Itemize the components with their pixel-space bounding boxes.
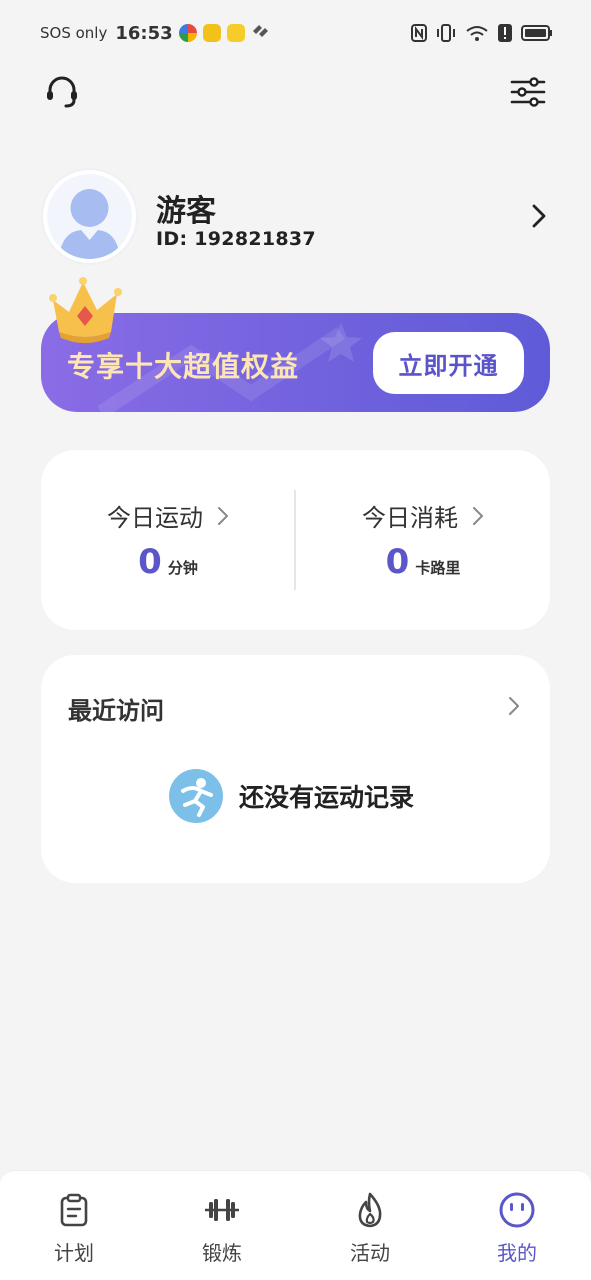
nfc-icon — [411, 24, 427, 42]
recent-visits-title: 最近访问 — [68, 697, 164, 725]
nav-tab-workout[interactable]: 锻炼 — [148, 1171, 296, 1280]
bottom-nav: 计划 锻炼 活动 我的 — [0, 1170, 591, 1280]
today-exercise-unit: 分钟 — [167, 559, 198, 577]
default-avatar-icon — [47, 174, 132, 259]
running-person-icon — [169, 769, 223, 823]
battery-icon — [521, 24, 553, 42]
wifi-icon — [465, 24, 489, 42]
profile-row[interactable]: 游客 ID: 192821837 — [41, 168, 551, 265]
today-calories-title: 今日消耗 — [362, 504, 458, 532]
status-bar: SOS only 16:53 — [0, 0, 591, 66]
app-notification-icon — [178, 24, 197, 42]
clipboard-icon — [55, 1191, 93, 1229]
today-calories[interactable]: 今日消耗 0 卡路里 — [296, 450, 550, 630]
vip-benefits-text: 专享十大超值权益 — [67, 350, 300, 383]
dumbbell-icon — [203, 1191, 241, 1229]
recent-visits-card: 最近访问 还没有运动记录 — [41, 655, 550, 883]
status-left: SOS only 16:53 — [40, 22, 271, 44]
today-exercise-value: 0 — [138, 542, 162, 582]
today-exercise-title: 今日运动 — [107, 504, 203, 532]
avatar[interactable] — [41, 168, 138, 265]
chevron-right-icon — [532, 204, 546, 228]
nav-tab-label: 计划 — [54, 1241, 94, 1265]
today-stats-card: 今日运动 0 分钟 今日消耗 0 卡路里 — [41, 450, 550, 630]
chevron-right-icon[interactable] — [507, 695, 521, 717]
nav-tab-mine[interactable]: 我的 — [443, 1171, 591, 1280]
chevron-right-icon — [218, 506, 228, 525]
alert-icon — [498, 24, 512, 42]
clock: 16:53 — [115, 22, 173, 44]
nav-tab-label: 活动 — [350, 1241, 390, 1265]
app-notification-icon — [251, 22, 271, 44]
chevron-right-icon — [473, 506, 483, 525]
carrier-text: SOS only — [40, 24, 108, 42]
sliders-icon — [510, 77, 546, 107]
nav-tab-label: 我的 — [497, 1241, 537, 1265]
settings-button[interactable] — [508, 72, 548, 112]
crown-icon — [49, 277, 122, 343]
empty-state-text: 还没有运动记录 — [239, 783, 415, 812]
user-id: ID: 192821837 — [156, 228, 316, 250]
nav-tab-label: 锻炼 — [202, 1241, 242, 1265]
customer-support-button[interactable] — [42, 72, 82, 112]
app-notification-icon — [226, 24, 245, 42]
smiley-icon — [498, 1191, 536, 1229]
today-calories-unit: 卡路里 — [415, 559, 461, 577]
username: 游客 — [156, 194, 216, 229]
nav-tab-plan[interactable]: 计划 — [0, 1171, 148, 1280]
vibrate-icon — [436, 24, 456, 42]
nav-tab-activity[interactable]: 活动 — [296, 1171, 444, 1280]
headset-icon — [47, 76, 77, 108]
status-right — [411, 24, 553, 42]
activate-vip-button[interactable]: 立即开通 — [373, 332, 524, 394]
flame-icon — [351, 1191, 389, 1229]
empty-state: 还没有运动记录 — [169, 769, 414, 823]
app-notification-icon — [202, 24, 221, 42]
today-exercise[interactable]: 今日运动 0 分钟 — [41, 450, 295, 630]
today-calories-value: 0 — [385, 542, 410, 582]
